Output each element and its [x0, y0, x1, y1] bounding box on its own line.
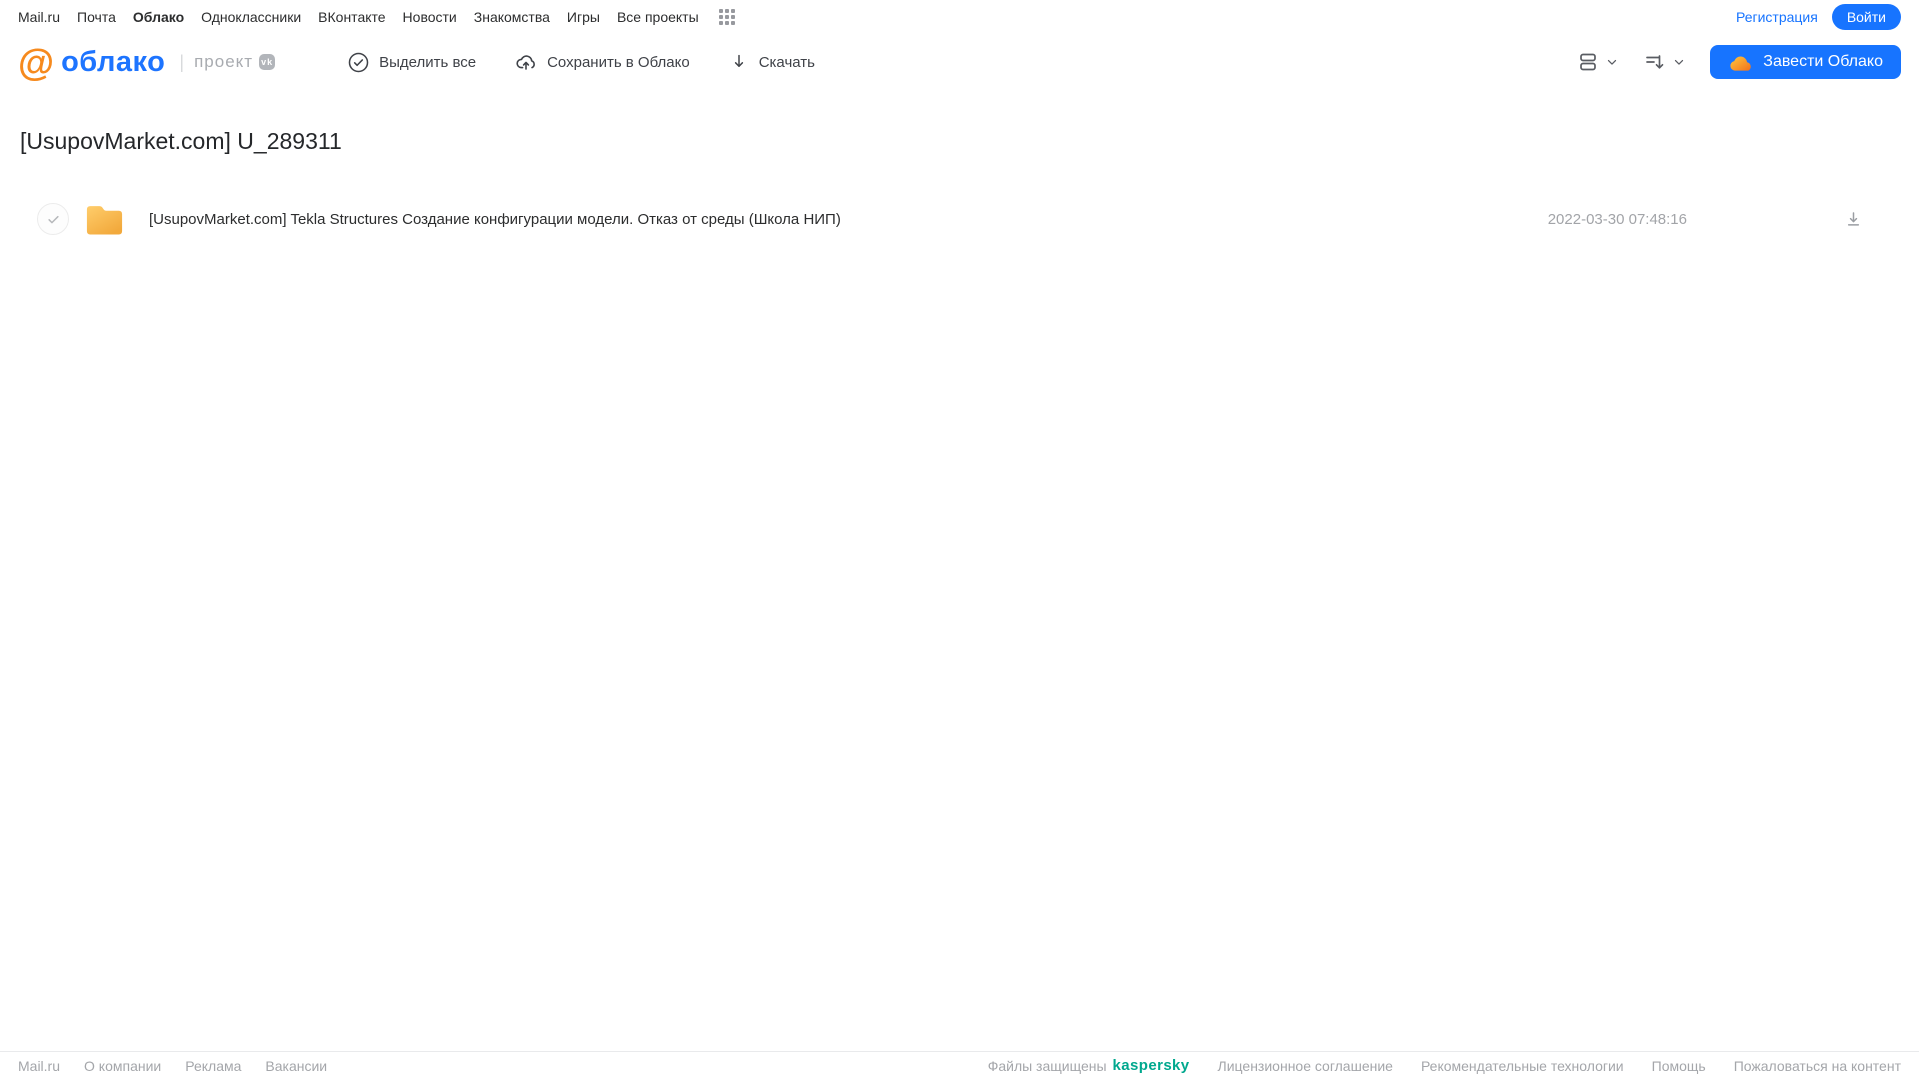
row-checkbox[interactable]: [37, 203, 69, 235]
portal-navbar: Mail.ru Почта Облако Одноклассники ВКонт…: [0, 0, 1919, 33]
page-footer: Mail.ru О компании Реклама Вакансии Файл…: [0, 1051, 1919, 1079]
select-all-label: Выделить все: [379, 53, 477, 71]
check-circle-icon: [348, 52, 369, 72]
footer-link-help[interactable]: Помощь: [1652, 1058, 1706, 1074]
footer-link-report-content[interactable]: Пожаловаться на контент: [1734, 1058, 1901, 1074]
footer-link-license[interactable]: Лицензионное соглашение: [1218, 1058, 1393, 1074]
logo-separator: |: [179, 51, 185, 72]
create-cloud-button[interactable]: Завести Облако: [1710, 45, 1901, 79]
check-icon: [47, 215, 59, 223]
save-to-cloud-label: Сохранить в Облако: [547, 53, 690, 71]
footer-link-recommendation-tech[interactable]: Рекомендательные технологии: [1421, 1058, 1624, 1074]
cloud-orange-icon: [1730, 56, 1752, 71]
portal-link-dating[interactable]: Знакомства: [474, 9, 550, 25]
file-row[interactable]: [UsupovMarket.com] Tekla Structures Созд…: [20, 199, 1899, 239]
create-cloud-label: Завести Облако: [1763, 53, 1883, 70]
portal-link-news[interactable]: Новости: [403, 9, 457, 25]
kaspersky-logo[interactable]: kaspersky: [1113, 1057, 1190, 1074]
portal-link-all-projects[interactable]: Все проекты: [617, 9, 699, 25]
cloud-upload-icon: [516, 55, 536, 70]
sort-icon: [1646, 55, 1664, 69]
select-all-button[interactable]: Выделить все: [347, 51, 476, 74]
footer-link-ads[interactable]: Реклама: [185, 1058, 241, 1074]
files-protected-label: Файлы защищены: [987, 1057, 1107, 1074]
download-label: Скачать: [758, 53, 815, 71]
view-mode-dropdown[interactable]: [1576, 50, 1619, 74]
folder-icon: [82, 200, 127, 238]
portal-link-cloud[interactable]: Облако: [133, 9, 184, 25]
chevron-down-icon: [1675, 59, 1684, 65]
portal-link-games[interactable]: Игры: [567, 9, 600, 25]
cloud-logo-text: облако: [61, 45, 166, 78]
row-download-button[interactable]: [1843, 209, 1864, 230]
portal-auth: Регистрация Войти: [1736, 3, 1901, 30]
login-button[interactable]: Войти: [1831, 3, 1901, 30]
vk-badge-icon: vk: [259, 54, 276, 70]
sort-dropdown[interactable]: [1643, 50, 1686, 74]
footer-link-about[interactable]: О компании: [84, 1058, 161, 1074]
portal-link-mailru[interactable]: Mail.ru: [18, 9, 60, 25]
download-icon: [734, 54, 743, 67]
portal-link-mail[interactable]: Почта: [77, 9, 116, 25]
mailru-at-icon: @: [18, 41, 55, 83]
download-underline-icon: [1847, 211, 1860, 226]
toolbar-right: Завести Облако: [1576, 45, 1901, 79]
apps-grid-icon[interactable]: [718, 8, 736, 26]
file-name[interactable]: [UsupovMarket.com] Tekla Structures Созд…: [149, 211, 841, 228]
footer-link-mailru[interactable]: Mail.ru: [18, 1058, 60, 1074]
project-label: проект vk: [194, 52, 276, 72]
footer-right-links: Файлы защищены kaspersky Лицензионное со…: [988, 1057, 1901, 1074]
footer-link-jobs[interactable]: Вакансии: [265, 1058, 327, 1074]
footer-left-links: Mail.ru О компании Реклама Вакансии: [18, 1058, 327, 1074]
registration-link[interactable]: Регистрация: [1736, 9, 1818, 25]
toolbar-actions: Выделить все Сохранить в Облако Скачать: [347, 50, 815, 74]
portal-links: Mail.ru Почта Облако Одноклассники ВКонт…: [18, 8, 736, 26]
download-button[interactable]: Скачать: [728, 51, 815, 73]
main-content: [UsupovMarket.com] U_289311 [UsupovMarke…: [0, 128, 1919, 239]
cloud-toolbar: @ облако | проект vk Выделить все Сохран…: [0, 33, 1919, 91]
portal-link-vkontakte[interactable]: ВКонтакте: [318, 9, 385, 25]
list-view-icon: [1580, 53, 1597, 71]
save-to-cloud-button[interactable]: Сохранить в Облако: [514, 50, 690, 74]
portal-link-odnoklassniki[interactable]: Одноклассники: [201, 9, 301, 25]
cloud-logo[interactable]: @ облако | проект vk: [18, 41, 276, 83]
chevron-down-icon: [1608, 59, 1617, 65]
kaspersky-protection: Файлы защищены kaspersky: [988, 1057, 1190, 1074]
project-label-text: проект: [194, 52, 254, 71]
file-modified-date: 2022-03-30 07:48:16: [1547, 210, 1687, 228]
page-title: [UsupovMarket.com] U_289311: [20, 128, 342, 154]
